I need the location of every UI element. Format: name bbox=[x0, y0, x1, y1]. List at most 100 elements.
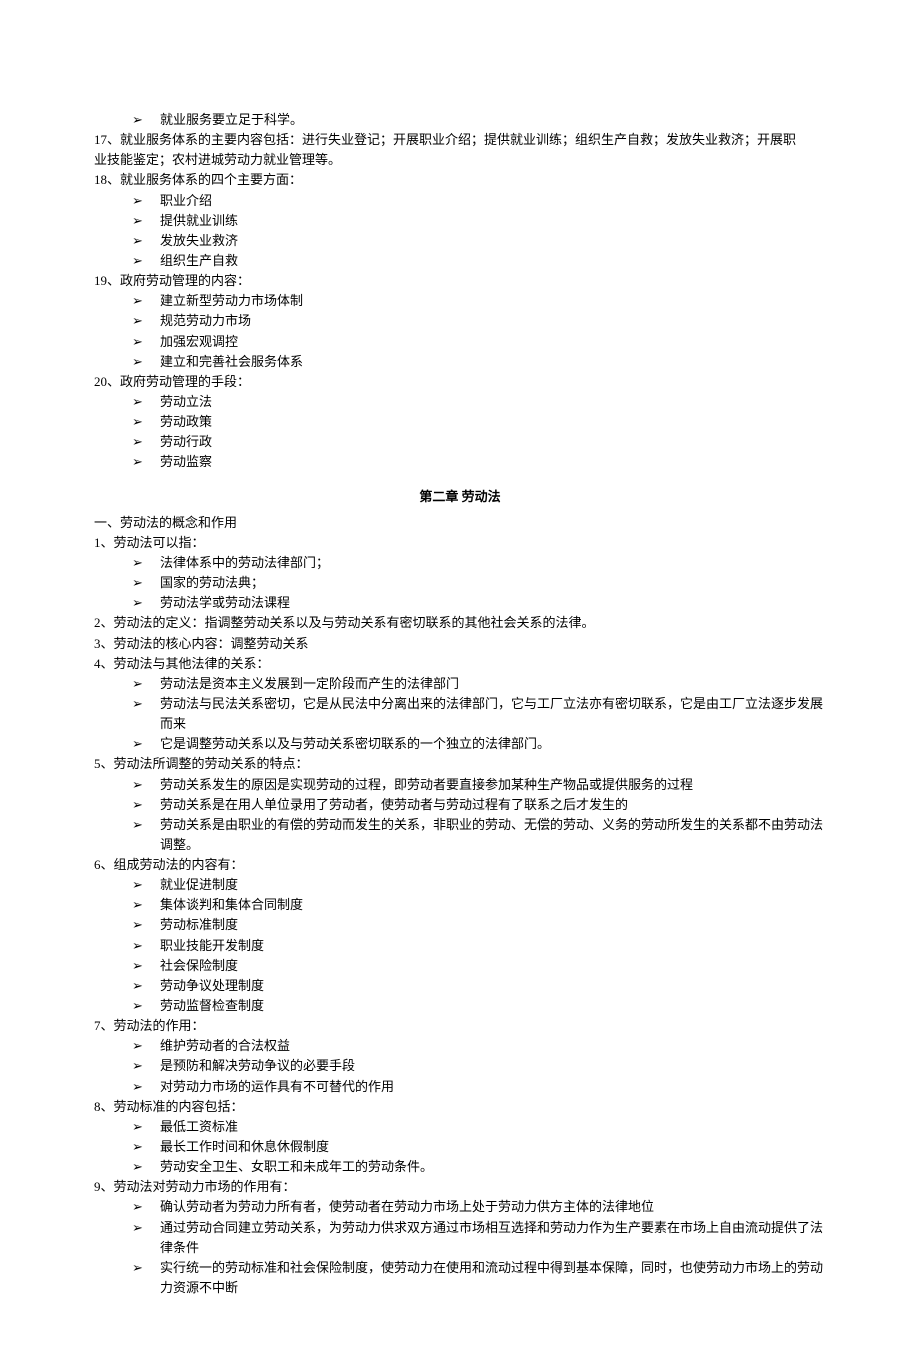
bullet-arrow-icon: ➢ bbox=[132, 1258, 160, 1278]
bullet-text: 组织生产自救 bbox=[160, 251, 826, 271]
bullet-text: 劳动法学或劳动法课程 bbox=[160, 593, 826, 613]
list-item: ➢职业技能开发制度 bbox=[94, 936, 826, 956]
bullet-arrow-icon: ➢ bbox=[132, 694, 160, 714]
bullet-text: 劳动行政 bbox=[160, 432, 826, 452]
question-8: 8、劳动标准的内容包括： bbox=[94, 1097, 826, 1117]
list-20: ➢劳动立法➢劳动政策➢劳动行政➢劳动监察 bbox=[94, 392, 826, 473]
question-4: 4、劳动法与其他法律的关系： bbox=[94, 654, 826, 674]
bullet-text: 建立和完善社会服务体系 bbox=[160, 352, 826, 372]
bullet-arrow-icon: ➢ bbox=[132, 311, 160, 331]
list-item: ➢组织生产自救 bbox=[94, 251, 826, 271]
bullet-text: 劳动法与民法关系密切，它是从民法中分离出来的法律部门，它与工厂立法亦有密切联系，… bbox=[160, 694, 826, 734]
bullet-arrow-icon: ➢ bbox=[132, 392, 160, 412]
list-5: ➢劳动关系发生的原因是实现劳动的过程，即劳动者要直接参加某种生产物品或提供服务的… bbox=[94, 775, 826, 856]
bullet-arrow-icon: ➢ bbox=[132, 573, 160, 593]
bullet-text: 确认劳动者为劳动力所有者，使劳动者在劳动力市场上处于劳动力供方主体的法律地位 bbox=[160, 1197, 826, 1217]
bullet-text: 劳动关系发生的原因是实现劳动的过程，即劳动者要直接参加某种生产物品或提供服务的过… bbox=[160, 775, 826, 795]
list-item: ➢劳动关系是在用人单位录用了劳动者，使劳动者与劳动过程有了联系之后才发生的 bbox=[94, 795, 826, 815]
list-item: ➢法律体系中的劳动法律部门； bbox=[94, 553, 826, 573]
document-page: ➢ 就业服务要立足于科学。 17、就业服务体系的主要内容包括：进行失业登记；开展… bbox=[0, 0, 920, 1358]
list-item: ➢劳动立法 bbox=[94, 392, 826, 412]
bullet-text: 劳动标准制度 bbox=[160, 915, 826, 935]
bullet-text: 劳动监督检查制度 bbox=[160, 996, 826, 1016]
list-item: ➢劳动关系是由职业的有偿的劳动而发生的关系，非职业的劳动、无偿的劳动、义务的劳动… bbox=[94, 815, 826, 855]
bullet-text: 发放失业救济 bbox=[160, 231, 826, 251]
question-7: 7、劳动法的作用： bbox=[94, 1016, 826, 1036]
bullet-arrow-icon: ➢ bbox=[132, 251, 160, 271]
bullet-arrow-icon: ➢ bbox=[132, 1117, 160, 1137]
list-item: ➢加强宏观调控 bbox=[94, 332, 826, 352]
list-6: ➢就业促进制度➢集体谈判和集体合同制度➢劳动标准制度➢职业技能开发制度➢社会保险… bbox=[94, 875, 826, 1016]
list-item: ➢职业介绍 bbox=[94, 191, 826, 211]
bullet-text: 劳动关系是在用人单位录用了劳动者，使劳动者与劳动过程有了联系之后才发生的 bbox=[160, 795, 826, 815]
bullet-arrow-icon: ➢ bbox=[132, 795, 160, 815]
question-2: 2、劳动法的定义：指调整劳动关系以及与劳动关系有密切联系的其他社会关系的法律。 bbox=[94, 613, 826, 633]
bullet-text: 是预防和解决劳动争议的必要手段 bbox=[160, 1056, 826, 1076]
bullet-arrow-icon: ➢ bbox=[132, 452, 160, 472]
list-item: ➢就业促进制度 bbox=[94, 875, 826, 895]
list-19: ➢建立新型劳动力市场体制➢规范劳动力市场➢加强宏观调控➢ 建立和完善社会服务体系 bbox=[94, 291, 826, 372]
bullet-arrow-icon: ➢ bbox=[132, 976, 160, 996]
question-5: 5、劳动法所调整的劳动关系的特点： bbox=[94, 754, 826, 774]
question-1: 1、劳动法可以指： bbox=[94, 533, 826, 553]
list-item: ➢劳动关系发生的原因是实现劳动的过程，即劳动者要直接参加某种生产物品或提供服务的… bbox=[94, 775, 826, 795]
bullet-arrow-icon: ➢ bbox=[132, 895, 160, 915]
bullet-text: 劳动法是资本主义发展到一定阶段而产生的法律部门 bbox=[160, 674, 826, 694]
list-item: ➢它是调整劳动关系以及与劳动关系密切联系的一个独立的法律部门。 bbox=[94, 734, 826, 754]
bullet-text: 劳动关系是由职业的有偿的劳动而发生的关系，非职业的劳动、无偿的劳动、义务的劳动所… bbox=[160, 815, 826, 855]
bullet-arrow-icon: ➢ bbox=[132, 775, 160, 795]
question-6: 6、组成劳动法的内容有： bbox=[94, 855, 826, 875]
bullet-text: 社会保险制度 bbox=[160, 956, 826, 976]
list-item: ➢规范劳动力市场 bbox=[94, 311, 826, 331]
bullet-arrow-icon: ➢ bbox=[132, 996, 160, 1016]
bullet-arrow-icon: ➢ bbox=[132, 1157, 160, 1177]
bullet-arrow-icon: ➢ bbox=[132, 412, 160, 432]
paragraph-19: 19、政府劳动管理的内容： bbox=[94, 271, 826, 291]
bullet-text: 劳动政策 bbox=[160, 412, 826, 432]
question-3: 3、劳动法的核心内容：调整劳动关系 bbox=[94, 634, 826, 654]
list-item: ➢劳动法是资本主义发展到一定阶段而产生的法律部门 bbox=[94, 674, 826, 694]
list-item: ➢劳动标准制度 bbox=[94, 915, 826, 935]
list-item: ➢劳动监察 bbox=[94, 452, 826, 472]
bullet-text: 最长工作时间和休息休假制度 bbox=[160, 1137, 826, 1157]
bullet-arrow-icon: ➢ bbox=[132, 553, 160, 573]
bullet-arrow-icon: ➢ bbox=[132, 432, 160, 452]
bullet-arrow-icon: ➢ bbox=[132, 1056, 160, 1076]
list-7: ➢维护劳动者的合法权益➢是预防和解决劳动争议的必要手段➢对劳动力市场的运作具有不… bbox=[94, 1036, 826, 1096]
list-item: ➢劳动争议处理制度 bbox=[94, 976, 826, 996]
paragraph-18: 18、就业服务体系的四个主要方面： bbox=[94, 170, 826, 190]
bullet-arrow-icon: ➢ bbox=[132, 231, 160, 251]
paragraph-17-line2: 业技能鉴定；农村进城劳动力就业管理等。 bbox=[94, 150, 826, 170]
bullet-text: 加强宏观调控 bbox=[160, 332, 826, 352]
list-item: ➢发放失业救济 bbox=[94, 231, 826, 251]
list-item: ➢社会保险制度 bbox=[94, 956, 826, 976]
bullet-arrow-icon: ➢ bbox=[132, 1218, 160, 1238]
list-item: ➢集体谈判和集体合同制度 bbox=[94, 895, 826, 915]
bullet-arrow-icon: ➢ bbox=[132, 956, 160, 976]
list-item: ➢实行统一的劳动标准和社会保险制度，使劳动力在使用和流动过程中得到基本保障，同时… bbox=[94, 1258, 826, 1298]
list-item: ➢确认劳动者为劳动力所有者，使劳动者在劳动力市场上处于劳动力供方主体的法律地位 bbox=[94, 1197, 826, 1217]
list-item: ➢最长工作时间和休息休假制度 bbox=[94, 1137, 826, 1157]
section-heading: 一、劳动法的概念和作用 bbox=[94, 513, 826, 533]
bullet-arrow-icon: ➢ bbox=[132, 815, 160, 835]
list-item: ➢劳动安全卫生、女职工和未成年工的劳动条件。 bbox=[94, 1157, 826, 1177]
bullet-text: 它是调整劳动关系以及与劳动关系密切联系的一个独立的法律部门。 bbox=[160, 734, 826, 754]
bullet-text: 就业促进制度 bbox=[160, 875, 826, 895]
bullet-arrow-icon: ➢ bbox=[132, 1197, 160, 1217]
list-item: ➢通过劳动合同建立劳动关系，为劳动力供求双方通过市场相互选择和劳动力作为生产要素… bbox=[94, 1218, 826, 1258]
bullet-arrow-icon: ➢ bbox=[132, 674, 160, 694]
bullet-text: 通过劳动合同建立劳动关系，为劳动力供求双方通过市场相互选择和劳动力作为生产要素在… bbox=[160, 1218, 826, 1258]
bullet-text: 劳动监察 bbox=[160, 452, 826, 472]
list-item: ➢建立新型劳动力市场体制 bbox=[94, 291, 826, 311]
bullet-text: 最低工资标准 bbox=[160, 1117, 826, 1137]
bullet-arrow-icon: ➢ bbox=[132, 875, 160, 895]
bullet-text: 提供就业训练 bbox=[160, 211, 826, 231]
list-item: ➢劳动监督检查制度 bbox=[94, 996, 826, 1016]
paragraph-20: 20、政府劳动管理的手段： bbox=[94, 372, 826, 392]
bullet-arrow-icon: ➢ bbox=[132, 1036, 160, 1056]
bullet-text: 规范劳动力市场 bbox=[160, 311, 826, 331]
list-8: ➢最低工资标准➢最长工作时间和休息休假制度➢劳动安全卫生、女职工和未成年工的劳动… bbox=[94, 1117, 826, 1177]
bullet-text: 职业技能开发制度 bbox=[160, 936, 826, 956]
bullet-arrow-icon: ➢ bbox=[132, 1077, 160, 1097]
bullet-text: 实行统一的劳动标准和社会保险制度，使劳动力在使用和流动过程中得到基本保障，同时，… bbox=[160, 1258, 826, 1298]
